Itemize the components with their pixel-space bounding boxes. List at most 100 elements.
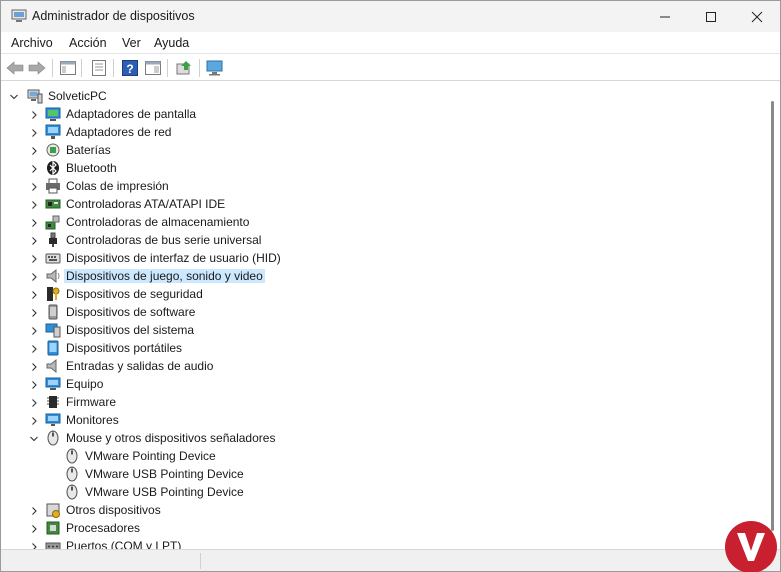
chevron-right-icon[interactable] bbox=[29, 397, 39, 407]
tree-category-item[interactable]: Dispositivos de software bbox=[1, 303, 741, 321]
maximize-button[interactable] bbox=[688, 1, 734, 32]
minimize-button[interactable] bbox=[642, 1, 688, 32]
tree-item-label[interactable]: Equipo bbox=[64, 377, 105, 391]
unknown-device-icon bbox=[45, 502, 61, 518]
tree-item-label[interactable]: Procesadores bbox=[64, 521, 142, 535]
forward-button[interactable] bbox=[27, 58, 47, 78]
tree-category-item[interactable]: Puertos (COM y LPT) bbox=[1, 537, 741, 549]
chevron-right-icon[interactable] bbox=[29, 217, 39, 227]
tree-item-label[interactable]: Monitores bbox=[64, 413, 121, 427]
chevron-right-icon[interactable] bbox=[29, 109, 39, 119]
menu-archivo[interactable]: Archivo bbox=[11, 36, 53, 50]
help-button[interactable]: ? bbox=[120, 58, 140, 78]
tree-item-label[interactable]: SolveticPC bbox=[46, 89, 109, 103]
chevron-right-icon[interactable] bbox=[29, 145, 39, 155]
tree-item-label[interactable]: Dispositivos portátiles bbox=[64, 341, 184, 355]
mouse-icon bbox=[64, 466, 80, 482]
vertical-scrollbar[interactable] bbox=[765, 83, 780, 549]
tree-root[interactable]: SolveticPC bbox=[1, 87, 741, 105]
back-button[interactable] bbox=[5, 58, 25, 78]
chevron-right-icon[interactable] bbox=[29, 541, 39, 549]
tree-item-label[interactable]: Adaptadores de pantalla bbox=[64, 107, 198, 121]
chevron-down-icon[interactable] bbox=[29, 433, 39, 443]
chevron-right-icon[interactable] bbox=[29, 271, 39, 281]
tree-category-item[interactable]: Baterías bbox=[1, 141, 741, 159]
tree-category-item[interactable]: Procesadores bbox=[1, 519, 741, 537]
chevron-right-icon[interactable] bbox=[29, 361, 39, 371]
tree-category-item[interactable]: Controladoras de almacenamiento bbox=[1, 213, 741, 231]
menu-ayuda[interactable]: Ayuda bbox=[154, 36, 189, 50]
tree-category-item[interactable]: Adaptadores de pantalla bbox=[1, 105, 741, 123]
tree-item-label[interactable]: Controladoras ATA/ATAPI IDE bbox=[64, 197, 227, 211]
menu-ver[interactable]: Ver bbox=[122, 36, 141, 50]
tree-category-item[interactable]: Bluetooth bbox=[1, 159, 741, 177]
tree-item-label[interactable]: Puertos (COM y LPT) bbox=[64, 539, 183, 549]
tree-item-label[interactable]: Colas de impresión bbox=[64, 179, 171, 193]
tree-category-item[interactable]: Monitores bbox=[1, 411, 741, 429]
tree-item-label[interactable]: Mouse y otros dispositivos señaladores bbox=[64, 431, 277, 445]
menu-accion[interactable]: Acción bbox=[69, 36, 107, 50]
action-pane-button[interactable] bbox=[143, 58, 163, 78]
chevron-right-icon[interactable] bbox=[29, 127, 39, 137]
update-driver-button[interactable] bbox=[174, 58, 194, 78]
tree-category-item[interactable]: Controladoras de bus serie universal bbox=[1, 231, 741, 249]
tree-category-item[interactable]: Dispositivos de seguridad bbox=[1, 285, 741, 303]
chevron-right-icon[interactable] bbox=[29, 379, 39, 389]
tree-item-label[interactable]: Otros dispositivos bbox=[64, 503, 163, 517]
chevron-right-icon[interactable] bbox=[29, 343, 39, 353]
tree-item-label[interactable]: Controladoras de bus serie universal bbox=[64, 233, 263, 247]
tree-category-item[interactable]: Controladoras ATA/ATAPI IDE bbox=[1, 195, 741, 213]
chevron-right-icon[interactable] bbox=[29, 181, 39, 191]
chevron-right-icon[interactable] bbox=[29, 163, 39, 173]
tree-item-label[interactable]: Dispositivos de seguridad bbox=[64, 287, 205, 301]
chevron-right-icon[interactable] bbox=[29, 325, 39, 335]
tree-item-label[interactable]: Dispositivos de juego, sonido y video bbox=[64, 269, 265, 283]
port-icon bbox=[45, 538, 61, 549]
maximize-icon bbox=[706, 11, 716, 22]
chevron-right-icon[interactable] bbox=[29, 307, 39, 317]
tree-item-label[interactable]: Controladoras de almacenamiento bbox=[64, 215, 251, 229]
tree-category-item[interactable]: Colas de impresión bbox=[1, 177, 741, 195]
tree-item-label[interactable]: Adaptadores de red bbox=[64, 125, 173, 139]
tree-category-item[interactable]: Otros dispositivos bbox=[1, 501, 741, 519]
tree-category-item[interactable]: Entradas y salidas de audio bbox=[1, 357, 741, 375]
tree-item-label[interactable]: VMware USB Pointing Device bbox=[83, 485, 246, 499]
tree-child-item[interactable]: VMware Pointing Device bbox=[1, 447, 741, 465]
chevron-right-icon[interactable] bbox=[29, 289, 39, 299]
tree-category-item[interactable]: Firmware bbox=[1, 393, 741, 411]
device-tree[interactable]: SolveticPC Adaptadores de pantalla Adaptad… bbox=[1, 83, 765, 549]
tree-category-item[interactable]: Mouse y otros dispositivos señaladores bbox=[1, 429, 741, 447]
tree-child-item[interactable]: VMware USB Pointing Device bbox=[1, 465, 741, 483]
title-bar[interactable]: Administrador de dispositivos bbox=[1, 1, 780, 32]
tree-item-label[interactable]: Entradas y salidas de audio bbox=[64, 359, 215, 373]
chevron-right-icon[interactable] bbox=[29, 415, 39, 425]
tree-item-label[interactable]: Bluetooth bbox=[64, 161, 119, 175]
tree-item-label[interactable]: Firmware bbox=[64, 395, 118, 409]
properties-button[interactable] bbox=[89, 58, 109, 78]
tree-category-item[interactable]: Equipo bbox=[1, 375, 741, 393]
scrollbar-thumb[interactable] bbox=[771, 101, 774, 531]
toolbar-separator bbox=[167, 59, 168, 77]
chevron-right-icon[interactable] bbox=[29, 523, 39, 533]
tree-category-item[interactable]: Adaptadores de red bbox=[1, 123, 741, 141]
tree-item-label[interactable]: Dispositivos de software bbox=[64, 305, 197, 319]
chevron-down-icon[interactable] bbox=[9, 91, 19, 101]
tree-child-item[interactable]: VMware USB Pointing Device bbox=[1, 483, 741, 501]
chevron-right-icon[interactable] bbox=[29, 253, 39, 263]
chevron-right-icon[interactable] bbox=[29, 235, 39, 245]
tree-item-label[interactable]: Dispositivos de interfaz de usuario (HID… bbox=[64, 251, 283, 265]
tree-category-item[interactable]: Dispositivos portátiles bbox=[1, 339, 741, 357]
tree-item-label[interactable]: VMware USB Pointing Device bbox=[83, 467, 246, 481]
tree-category-item[interactable]: Dispositivos de interfaz de usuario (HID… bbox=[1, 249, 741, 267]
close-button[interactable] bbox=[734, 1, 780, 32]
svg-text:?: ? bbox=[126, 62, 133, 76]
chevron-right-icon[interactable] bbox=[29, 199, 39, 209]
scan-hardware-button[interactable] bbox=[205, 58, 225, 78]
tree-category-item[interactable]: Dispositivos de juego, sonido y video bbox=[1, 267, 741, 285]
tree-item-label[interactable]: Baterías bbox=[64, 143, 113, 157]
console-tree-button[interactable] bbox=[58, 58, 78, 78]
tree-item-label[interactable]: Dispositivos del sistema bbox=[64, 323, 196, 337]
tree-item-label[interactable]: VMware Pointing Device bbox=[83, 449, 218, 463]
tree-category-item[interactable]: Dispositivos del sistema bbox=[1, 321, 741, 339]
chevron-right-icon[interactable] bbox=[29, 505, 39, 515]
